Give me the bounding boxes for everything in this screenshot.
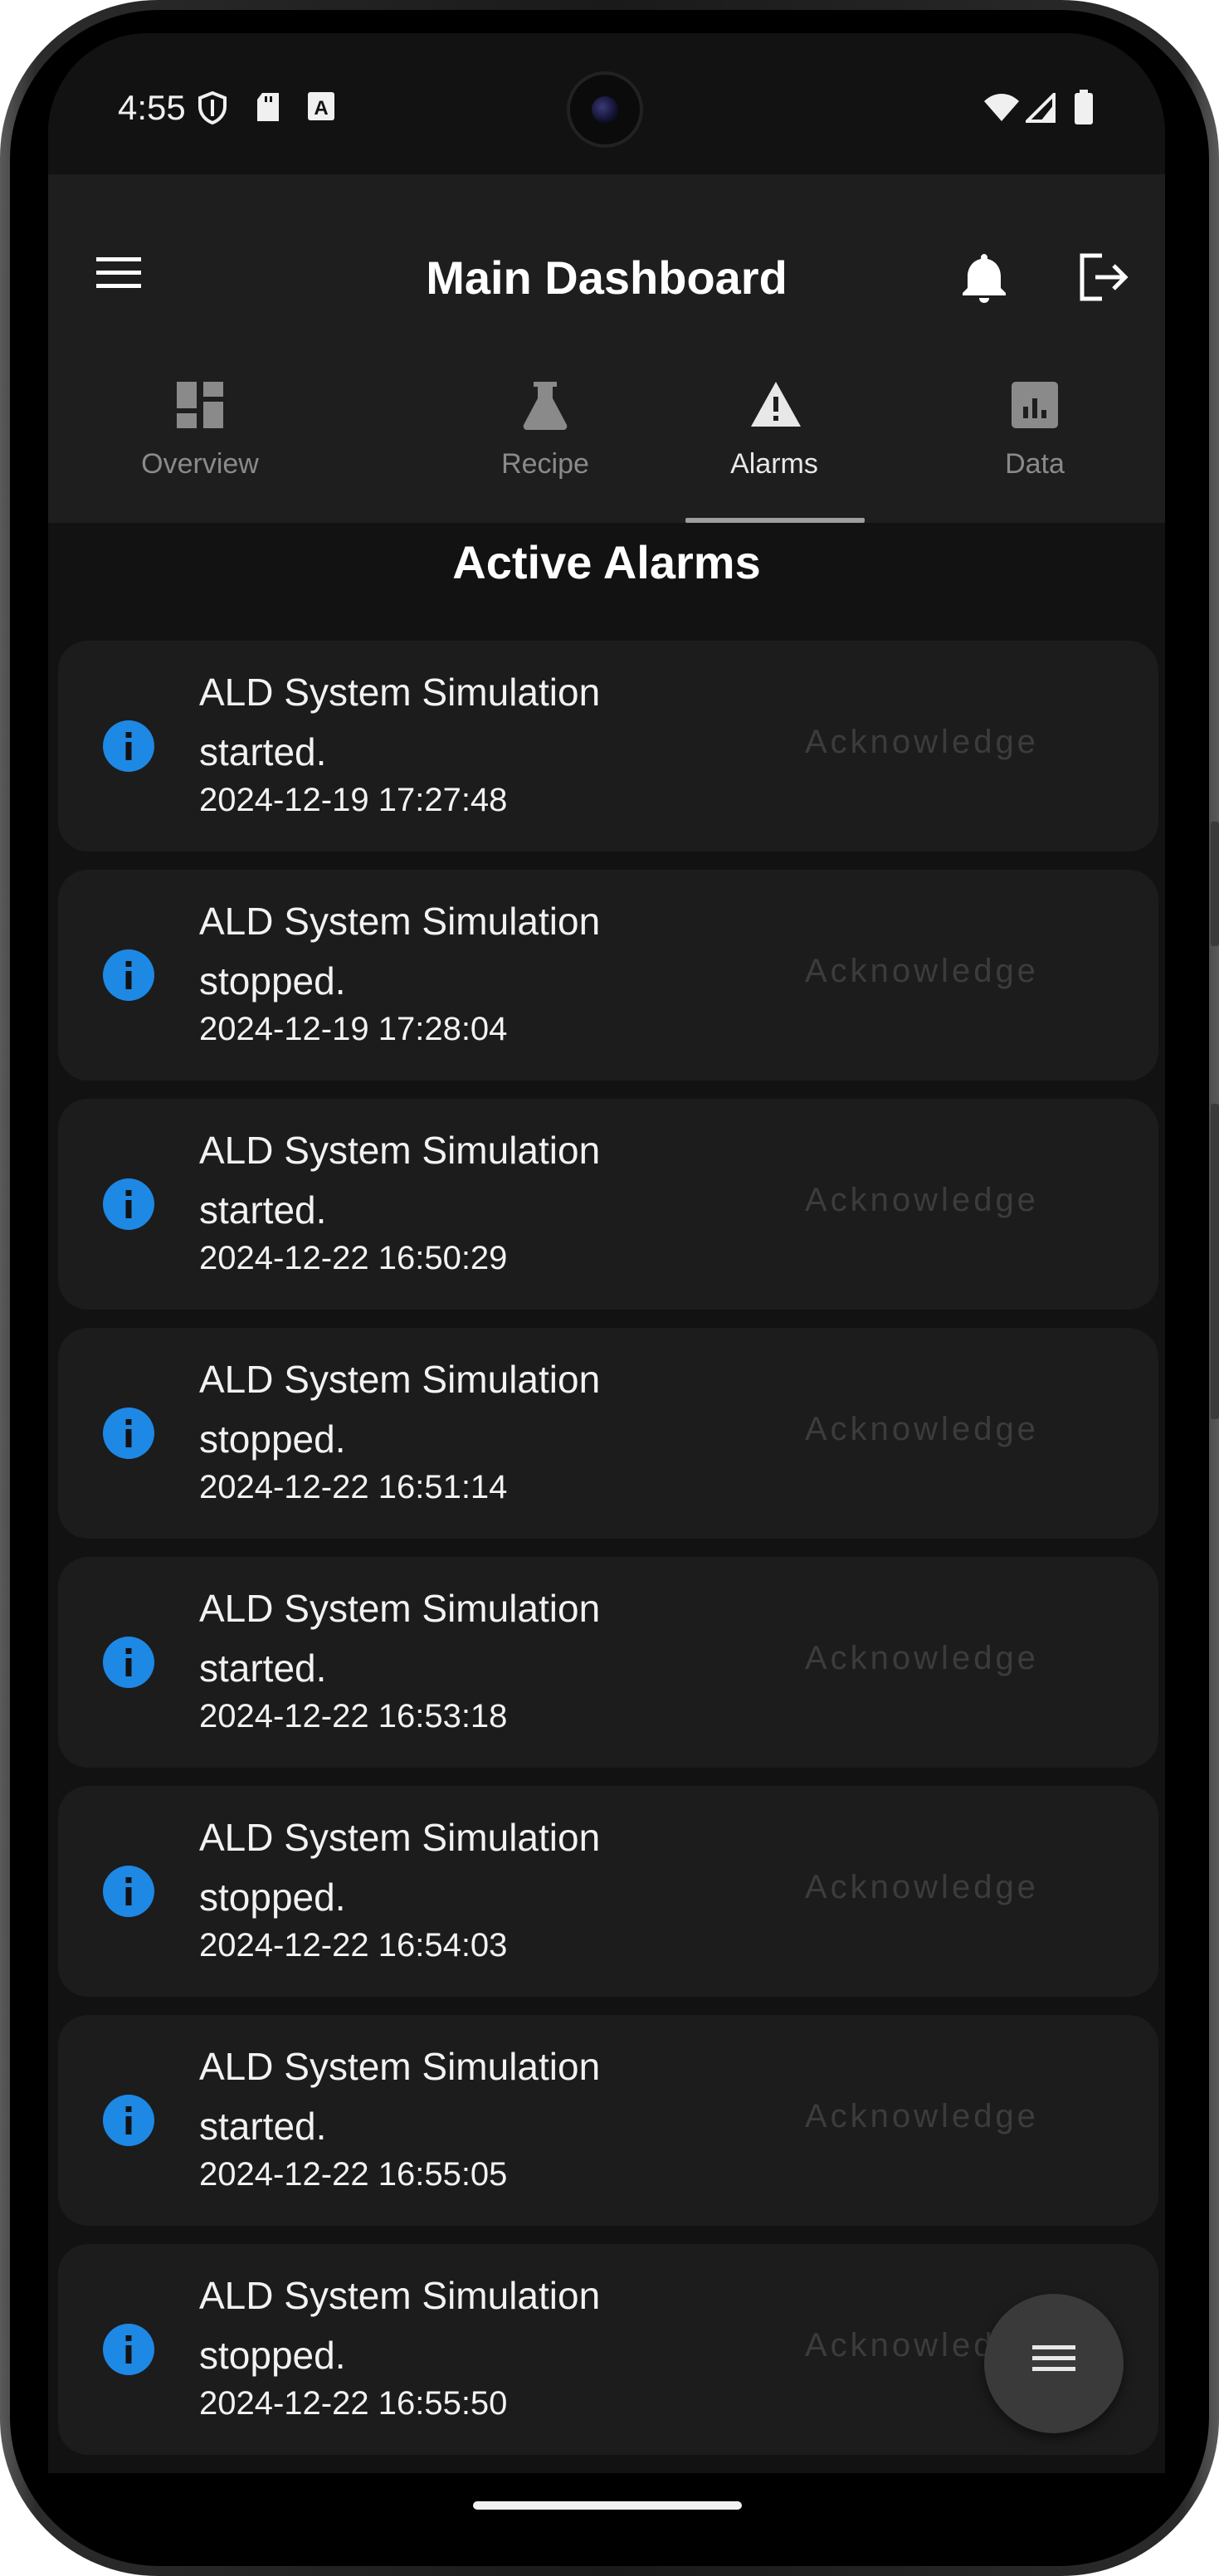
battery-icon bbox=[1075, 90, 1093, 124]
warning-icon bbox=[751, 382, 801, 427]
alarm-card: ALD System Simulation started. 2024-12-2… bbox=[58, 1099, 1158, 1310]
info-icon bbox=[103, 2324, 154, 2375]
alarm-message: ALD System Simulation stopped. bbox=[199, 1816, 601, 1919]
acknowledge-button[interactable]: Acknowledge bbox=[805, 2098, 1039, 2135]
alarm-timestamp: 2024-12-22 16:55:05 bbox=[199, 2156, 508, 2193]
tab-label: Alarms bbox=[730, 448, 818, 480]
tab-data[interactable]: Data bbox=[931, 349, 1139, 523]
alarm-timestamp: 2024-12-22 16:51:14 bbox=[199, 1469, 508, 1505]
acknowledge-button[interactable]: Acknowledge bbox=[805, 1411, 1039, 1448]
alarm-card: ALD System Simulation stopped. 2024-12-2… bbox=[58, 1328, 1158, 1539]
alarm-message: ALD System Simulation started. bbox=[199, 1587, 601, 1690]
acknowledge-button[interactable]: Acknowledge bbox=[805, 1869, 1039, 1906]
wifi-icon bbox=[984, 94, 1019, 121]
alarm-card: ALD System Simulation stopped. 2024-12-2… bbox=[58, 1786, 1158, 1997]
home-indicator[interactable] bbox=[473, 2501, 742, 2510]
tab-overview[interactable]: Overview bbox=[96, 349, 304, 523]
alarm-card: ALD System Simulation started. 2024-12-2… bbox=[58, 1557, 1158, 1768]
logout-icon[interactable] bbox=[1077, 252, 1129, 302]
chart-icon bbox=[1012, 382, 1058, 428]
alarm-timestamp: 2024-12-22 16:53:18 bbox=[199, 1698, 508, 1734]
tab-bar: Overview Recipe Alarms Data bbox=[48, 349, 1165, 523]
section-title: Active Alarms bbox=[452, 536, 761, 588]
svg-text:A: A bbox=[314, 97, 328, 120]
acknowledge-button[interactable]: Acknowledge bbox=[805, 1182, 1039, 1219]
tab-recipe[interactable]: Recipe bbox=[441, 349, 649, 523]
menu-fab[interactable] bbox=[984, 2294, 1124, 2433]
alarm-message: ALD System Simulation started. bbox=[199, 2045, 601, 2148]
acknowledge-button[interactable]: Acknowledge bbox=[805, 953, 1039, 990]
tab-alarms[interactable]: Alarms bbox=[670, 349, 878, 523]
info-icon bbox=[103, 720, 154, 772]
screen: 4:55 A Main Dashboard Overview Recipe Al… bbox=[48, 33, 1165, 2473]
volume-button bbox=[1211, 1104, 1219, 1419]
power-button bbox=[1211, 822, 1219, 946]
acknowledge-button[interactable]: Acknowledge bbox=[805, 724, 1039, 761]
gesture-nav-bar bbox=[48, 2473, 1165, 2576]
alarm-message: ALD System Simulation stopped. bbox=[199, 900, 601, 1003]
info-icon bbox=[103, 949, 154, 1001]
app-bar: Main Dashboard bbox=[48, 174, 1165, 349]
status-time: 4:55 bbox=[118, 88, 186, 127]
dashboard-icon bbox=[177, 382, 223, 428]
status-bar: 4:55 A bbox=[48, 33, 1165, 174]
shield-icon bbox=[198, 91, 227, 124]
sd-card-icon bbox=[257, 93, 279, 121]
info-icon bbox=[103, 1408, 154, 1459]
alarm-message: ALD System Simulation stopped. bbox=[199, 2274, 601, 2377]
front-camera bbox=[570, 75, 640, 144]
alarm-message: ALD System Simulation started. bbox=[199, 671, 601, 773]
flask-icon bbox=[523, 382, 568, 430]
signal-icon bbox=[1026, 93, 1056, 123]
alarm-card: ALD System Simulation stopped. 2024-12-1… bbox=[58, 870, 1158, 1081]
tab-label: Recipe bbox=[501, 448, 589, 480]
alarm-message: ALD System Simulation started. bbox=[199, 1129, 601, 1232]
info-icon bbox=[103, 1637, 154, 1688]
menu-lines-icon bbox=[1032, 2345, 1075, 2371]
alarm-timestamp: 2024-12-22 16:55:50 bbox=[199, 2385, 508, 2422]
info-icon bbox=[103, 2095, 154, 2146]
tab-label: Data bbox=[1005, 448, 1065, 480]
info-icon bbox=[103, 1866, 154, 1917]
tab-label: Overview bbox=[141, 448, 259, 480]
acknowledge-button[interactable]: Acknowledge bbox=[805, 1640, 1039, 1677]
alarm-card: ALD System Simulation started. 2024-12-1… bbox=[58, 641, 1158, 851]
active-tab-indicator bbox=[685, 518, 865, 523]
alarm-timestamp: 2024-12-19 17:28:04 bbox=[199, 1011, 508, 1047]
info-icon bbox=[103, 1178, 154, 1230]
keyboard-a-icon: A bbox=[308, 92, 334, 120]
alarm-timestamp: 2024-12-22 16:54:03 bbox=[199, 1927, 508, 1964]
alarm-message: ALD System Simulation stopped. bbox=[199, 1358, 601, 1461]
alarm-timestamp: 2024-12-19 17:27:48 bbox=[199, 782, 508, 818]
alarm-card: ALD System Simulation started. 2024-12-2… bbox=[58, 2015, 1158, 2226]
bell-icon[interactable] bbox=[961, 251, 1007, 304]
alarm-timestamp: 2024-12-22 16:50:29 bbox=[199, 1240, 508, 1276]
